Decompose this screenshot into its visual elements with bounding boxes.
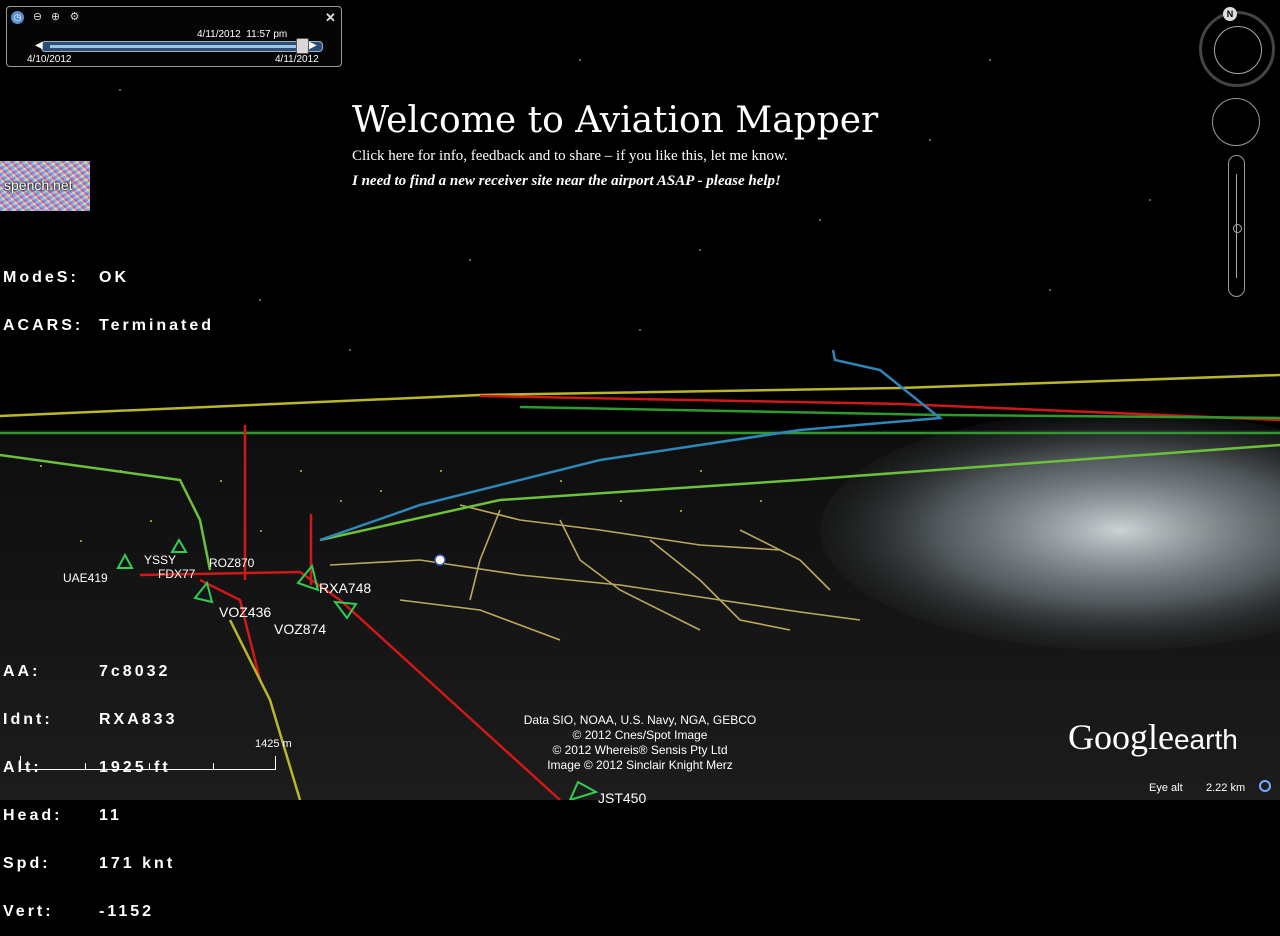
info-key: AA:	[3, 663, 41, 680]
scale-bar	[20, 756, 276, 770]
info-row: Vert: -1152	[3, 904, 177, 920]
time-track-fill	[50, 45, 298, 48]
zoom-out-time-icon[interactable]: ⊖	[31, 11, 44, 24]
logo-earth: earth	[1173, 724, 1238, 755]
airport-marker	[434, 554, 446, 566]
google-earth-logo: Googleearth	[1068, 716, 1238, 758]
aircraft-label-voz874[interactable]: VOZ874	[274, 621, 326, 637]
info-value: 11	[99, 807, 122, 824]
time-handle[interactable]	[295, 38, 309, 54]
aircraft-label-voz436[interactable]: VOZ436	[219, 604, 271, 620]
aircraft-label-fdx77[interactable]: FDX77	[158, 567, 195, 581]
eye-alt-label: Eye alt	[1149, 782, 1183, 794]
aircraft-label-yssy[interactable]: YSSY	[144, 553, 176, 567]
aircraft-label-uae419[interactable]: UAE419	[63, 571, 108, 585]
clock-icon[interactable]: ◷	[11, 11, 24, 24]
aircraft-label-roz870[interactable]: ROZ870	[209, 556, 254, 570]
time-slider-panel: ◷ ⊖ ⊕ ⚙ ✕ 4/11/2012 11:57 pm ◀ ▶ 4/10/20…	[6, 6, 342, 67]
info-value: 7c8032	[99, 663, 171, 680]
info-key: Idnt:	[3, 711, 53, 728]
aircraft-label-jst450[interactable]: JST450	[598, 790, 646, 806]
status-key: ModeS:	[3, 269, 79, 286]
north-icon[interactable]: N	[1223, 7, 1237, 21]
compass-inner[interactable]	[1214, 26, 1262, 74]
welcome-title[interactable]: Welcome to Aviation Mapper	[352, 100, 878, 141]
scale-tick	[213, 763, 214, 769]
status-key: ACARS:	[3, 317, 84, 334]
time-settings-icon[interactable]: ⚙	[68, 11, 81, 24]
info-row: Idnt: RXA833	[3, 712, 177, 728]
info-row: Head: 11	[3, 808, 177, 824]
logo-text: spench.net	[4, 177, 73, 193]
close-icon[interactable]: ✕	[324, 11, 337, 24]
scale-tick	[149, 763, 150, 769]
credit-line: Image © 2012 Sinclair Knight Merz	[547, 758, 733, 772]
status-row-modes: ModeS: OK	[3, 270, 214, 286]
welcome-subtitle-link[interactable]: Click here for info, feedback and to sha…	[352, 148, 788, 165]
status-row-acars: ACARS: Terminated	[3, 318, 214, 334]
info-value: -1152	[99, 903, 155, 920]
status-value: Terminated	[99, 317, 215, 334]
info-value: RXA833	[99, 711, 178, 728]
logo-google: Google	[1068, 717, 1174, 757]
scale-tick	[85, 763, 86, 769]
aircraft-label-rxa748[interactable]: RXA748	[319, 580, 371, 596]
imagery-credits: Data SIO, NOAA, U.S. Navy, NGA, GEBCO © …	[480, 713, 800, 773]
help-request-text[interactable]: I need to find a new receiver site near …	[352, 173, 781, 190]
compass-ring[interactable]	[1199, 11, 1275, 87]
info-key: Head:	[3, 807, 63, 824]
zoom-in-time-icon[interactable]: ⊕	[49, 11, 62, 24]
time-track[interactable]	[41, 41, 323, 52]
step-back-icon[interactable]: ◀	[35, 40, 43, 51]
info-row: AA: 7c8032	[3, 664, 177, 680]
eye-alt-value: 2.22 km	[1206, 782, 1246, 794]
aircraft-info: AA: 7c8032 Idnt: RXA833 Alt: 1925 ft Head: 1…	[3, 632, 177, 936]
look-joystick[interactable]	[1212, 98, 1260, 146]
info-key: Vert:	[3, 903, 54, 920]
receiver-status: ModeS: OK ACARS: Terminated	[3, 238, 214, 350]
time-current: 4/11/2012 11:57 pm	[197, 29, 288, 40]
info-value: 171 knt	[99, 855, 176, 872]
info-key: Spd:	[3, 855, 51, 872]
info-row: Spd: 171 knt	[3, 856, 177, 872]
zoom-slider[interactable]	[1228, 155, 1245, 297]
spench-logo[interactable]: spench.net	[0, 161, 90, 211]
scale-label: 1425 m	[255, 738, 292, 750]
time-start: 4/10/2012	[27, 54, 72, 65]
credit-line: © 2012 Whereis® Sensis Pty Ltd	[552, 743, 728, 757]
step-forward-icon[interactable]: ▶	[309, 40, 317, 51]
credit-line: © 2012 Cnes/Spot Image	[572, 728, 708, 742]
time-end: 4/11/2012	[275, 54, 319, 65]
zoom-knob[interactable]	[1233, 224, 1242, 233]
streaming-indicator-icon	[1259, 780, 1271, 792]
credit-line: Data SIO, NOAA, U.S. Navy, NGA, GEBCO	[523, 713, 757, 727]
status-value: OK	[99, 269, 129, 286]
